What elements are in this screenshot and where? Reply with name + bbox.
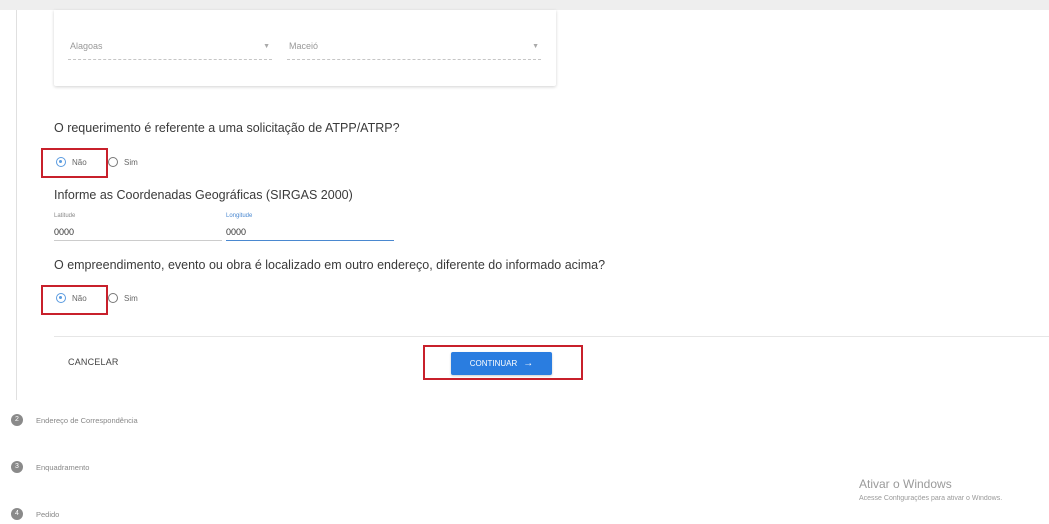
step-label: Pedido [36,510,60,519]
dropdown-arrow-icon: ▼ [532,43,539,50]
step-number-badge: 4 [11,508,23,520]
highlight-box-location-no [41,285,108,315]
latitude-value[interactable]: 0000 [54,227,74,237]
longitude-value[interactable]: 0000 [226,227,246,237]
atpp-radio-yes[interactable] [108,157,118,167]
city-select-value: Maceió [289,41,319,51]
latitude-label: Latitude [54,213,76,219]
highlight-box-continue [423,345,583,380]
location-radio-yes-label[interactable]: Sim [124,294,138,303]
longitude-label: Longitude [226,213,253,219]
step-label: Endereço de Correspondência [36,416,138,425]
highlight-box-atpp-no [41,148,108,178]
location-question: O empreendimento, evento ou obra é local… [54,258,606,272]
step-number-badge: 3 [11,461,23,473]
step-label: Enquadramento [36,463,90,472]
watermark-title: Ativar o Windows [859,477,952,491]
latitude-field[interactable]: Latitude 0000 [54,213,222,241]
cancel-button[interactable]: CANCELAR [68,357,119,367]
actions-divider [54,336,1049,337]
location-radio-yes[interactable] [108,293,118,303]
state-select-value: Alagoas [70,41,103,51]
latitude-underline [54,240,222,241]
step-number-badge: 2 [11,414,23,426]
dropdown-arrow-icon: ▼ [263,43,270,50]
top-bar [0,0,1049,10]
atpp-radio-yes-label[interactable]: Sim [124,158,138,167]
coordinates-title: Informe as Coordenadas Geográficas (SIRG… [54,188,353,202]
longitude-underline [226,239,394,241]
atpp-question: O requerimento é referente a uma solicit… [54,121,400,135]
windows-activation-watermark: Ativar o Windows Acesse Configurações pa… [859,477,1049,502]
address-card: Alagoas ▼ Maceió ▼ [54,10,556,86]
watermark-subtitle: Acesse Configurações para ativar o Windo… [859,495,1003,502]
city-select[interactable]: Maceió ▼ [287,37,541,60]
stepper-line [16,10,17,400]
state-select[interactable]: Alagoas ▼ [68,37,272,60]
longitude-field[interactable]: Longitude 0000 [226,213,394,241]
